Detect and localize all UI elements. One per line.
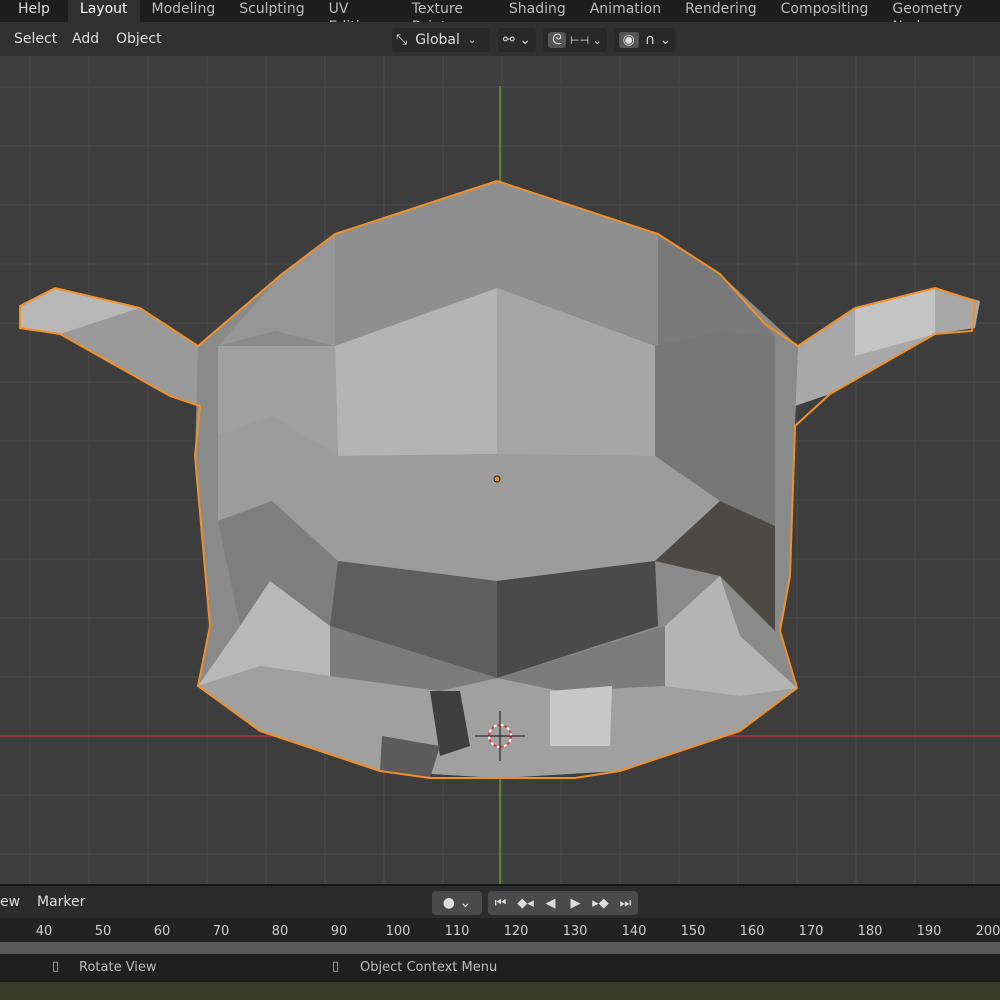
tab-rendering[interactable]: Rendering [673,0,769,22]
frame-label: 160 [739,924,765,939]
tab-uv-editing[interactable]: UV Editing [317,0,400,35]
menu-help[interactable]: Help [0,0,68,22]
status-bar: ▯ Rotate View ▯ Object Context Menu [0,954,1000,982]
proportional-icon: ◉ [618,32,639,48]
tab-compositing[interactable]: Compositing [769,0,881,22]
mouse-left-icon: ▯ [52,959,60,974]
tab-sculpting[interactable]: Sculpting [227,0,316,22]
frame-label: 90 [330,924,348,939]
tab-animation[interactable]: Animation [578,0,673,22]
frame-label: 190 [916,924,942,939]
next-keyframe-icon[interactable]: ▸◆ [588,891,613,915]
falloff-icon: ∩ ⌄ [644,32,672,48]
menu-marker[interactable]: Marker [37,894,85,910]
frame-label: 50 [94,924,112,939]
os-taskbar [0,982,1000,1000]
menu-view[interactable]: ew [0,894,20,910]
play-reverse-icon[interactable]: ◀ [538,891,563,915]
status-left-hint: Rotate View [79,960,157,975]
auto-keying-toggle[interactable]: ● ⌄ [432,891,482,915]
frame-label: 100 [385,924,411,939]
tab-texture-paint[interactable]: Texture Paint [400,0,497,35]
prev-keyframe-icon[interactable]: ◆◂ [513,891,538,915]
3d-viewport[interactable] [0,56,1000,884]
mouse-right-icon: ▯ [332,959,340,974]
menu-object[interactable]: Object [116,31,162,47]
tab-layout[interactable]: Layout [67,0,140,22]
viewport-header: Select Add Object ⤡ Global ⌄ ⚯ ⌄ ᘓ ⊢⊣ ⌄ ◉… [0,22,1000,56]
frame-label: 60 [153,924,171,939]
tab-geometry-nodes[interactable]: Geometry Nodes [880,0,1000,35]
snap-toggle[interactable]: ᘓ ⊢⊣ ⌄ [543,28,607,52]
playback-controls: ⏮ ◆◂ ◀ ▶ ▸◆ ⏭ [488,891,638,915]
status-right-hint: Object Context Menu [360,960,498,975]
pivot-icon: ⚯ ⌄ [503,32,531,48]
object-origin [493,475,501,483]
magnet-icon: ᘓ [548,32,566,48]
frame-label: 80 [271,924,289,939]
workspace-bar: Help Layout Modeling Sculpting UV Editin… [0,0,1000,35]
menu-add[interactable]: Add [72,31,99,47]
frame-label: 40 [35,924,53,939]
frame-label: 180 [857,924,883,939]
frame-label: 120 [503,924,529,939]
frame-label: 170 [798,924,824,939]
record-icon: ● ⌄ [442,895,472,911]
orientation-icon: ⤡ [396,32,408,48]
frame-label: 70 [212,924,230,939]
timeline-track[interactable] [0,942,1000,954]
frame-label: 200 [975,924,1000,939]
frame-label: 130 [562,924,588,939]
proportional-editing-toggle[interactable]: ◉ ∩ ⌄ [614,28,676,52]
menu-select[interactable]: Select [14,31,57,47]
tab-shading[interactable]: Shading [497,0,578,22]
viewport-canvas[interactable] [0,56,1000,884]
orientation-value: Global [415,32,460,48]
jump-end-icon[interactable]: ⏭ [613,891,638,915]
jump-start-icon[interactable]: ⏮ [488,891,513,915]
timeline-header: ew Marker ● ⌄ ⏮ ◆◂ ◀ ▶ ▸◆ ⏭ [0,884,1000,918]
snap-increment-icon: ⊢⊣ ⌄ [569,33,602,47]
frame-label: 140 [621,924,647,939]
frame-label: 110 [444,924,470,939]
play-icon[interactable]: ▶ [563,891,588,915]
pivot-point-dropdown[interactable]: ⚯ ⌄ [498,28,536,52]
tab-modeling[interactable]: Modeling [140,0,228,22]
frame-label: 150 [680,924,706,939]
chevron-down-icon: ⌄ [467,34,477,46]
transform-orientation-dropdown[interactable]: ⤡ Global ⌄ [392,28,490,52]
